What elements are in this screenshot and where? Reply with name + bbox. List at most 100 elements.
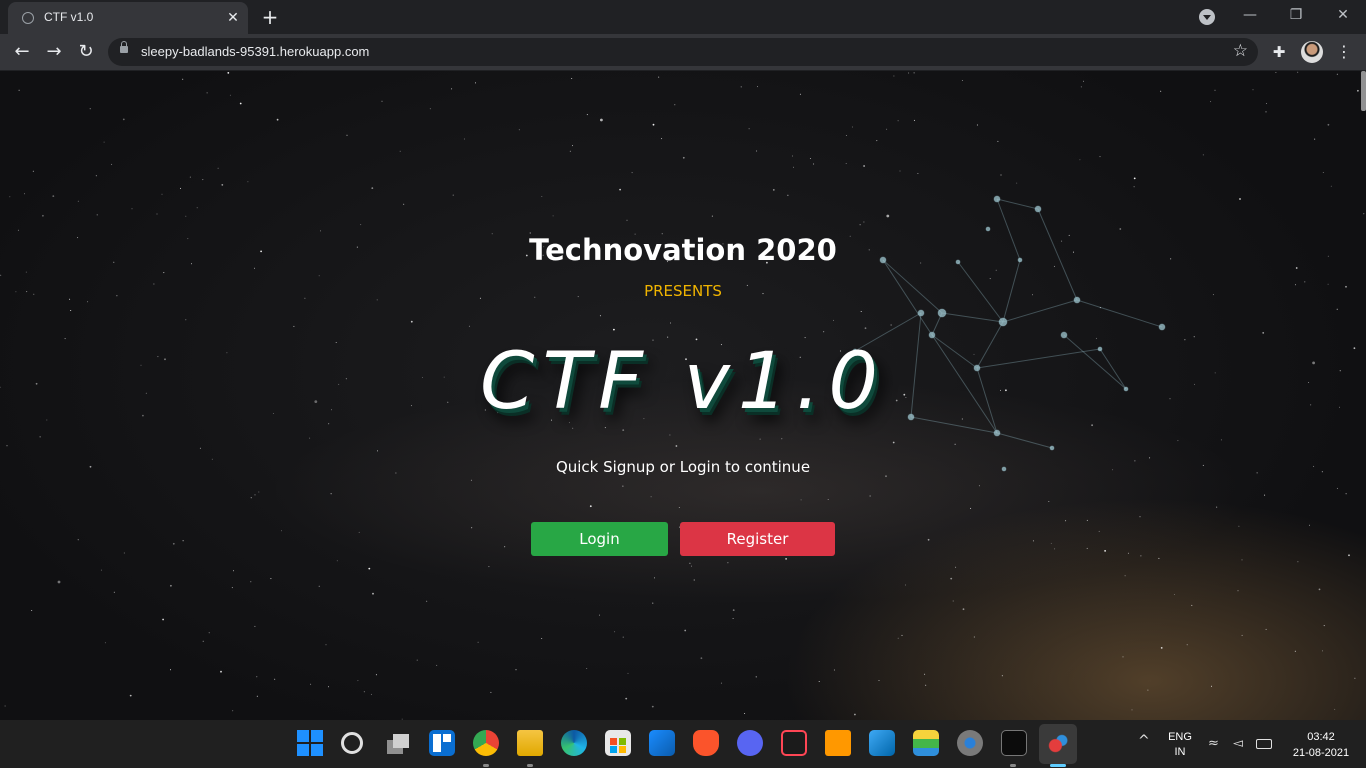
vscode-icon[interactable] bbox=[869, 730, 895, 756]
settings-icon[interactable] bbox=[957, 730, 983, 756]
star-dot bbox=[182, 540, 184, 542]
minimize-button[interactable]: — bbox=[1227, 0, 1273, 30]
lock-icon[interactable] bbox=[120, 41, 128, 53]
url-text[interactable]: sleepy-badlands-95391.herokuapp.com bbox=[141, 44, 369, 59]
brave-icon[interactable] bbox=[693, 730, 719, 756]
star-dot bbox=[1054, 548, 1056, 550]
star-dot bbox=[772, 189, 775, 191]
star-dot bbox=[924, 673, 926, 675]
widgets-icon[interactable] bbox=[429, 730, 455, 756]
extensions-icon[interactable]: ✚ bbox=[1270, 43, 1288, 61]
star-icon[interactable]: ☆ bbox=[1233, 41, 1248, 61]
close-icon[interactable]: ✕ bbox=[224, 9, 242, 27]
reload-icon[interactable]: ↻ bbox=[72, 38, 100, 66]
star-dot bbox=[336, 560, 338, 562]
star-dot bbox=[693, 579, 695, 581]
star-dot bbox=[661, 138, 663, 140]
star-dot bbox=[325, 644, 327, 646]
file-explorer-icon[interactable] bbox=[517, 730, 543, 756]
window-close-button[interactable]: ✕ bbox=[1320, 0, 1366, 30]
volume-icon[interactable]: ◅ bbox=[1233, 736, 1243, 751]
terminal-icon[interactable] bbox=[1001, 730, 1027, 756]
bluestacks-icon[interactable] bbox=[913, 730, 939, 756]
star-dot bbox=[625, 697, 628, 700]
login-button[interactable]: Login bbox=[531, 522, 668, 556]
star-dot bbox=[227, 72, 230, 74]
star-dot bbox=[917, 173, 919, 174]
star-dot bbox=[172, 542, 175, 545]
star-dot bbox=[468, 325, 470, 327]
sublime-text-icon[interactable] bbox=[825, 730, 851, 756]
store-icon[interactable] bbox=[605, 730, 631, 756]
star-dot bbox=[689, 562, 691, 564]
star-dot bbox=[678, 507, 680, 508]
star-dot bbox=[833, 669, 835, 671]
language-indicator[interactable]: ENG IN bbox=[1163, 730, 1197, 760]
wifi-icon[interactable]: ≈ bbox=[1208, 736, 1219, 751]
star-dot bbox=[281, 530, 282, 532]
valorant-icon[interactable] bbox=[781, 730, 807, 756]
profile-avatar[interactable] bbox=[1301, 41, 1323, 63]
star-dot bbox=[1127, 552, 1129, 554]
star-dot bbox=[572, 145, 573, 147]
star-dot bbox=[111, 163, 113, 165]
star-dot bbox=[675, 445, 678, 447]
star-dot bbox=[954, 443, 956, 445]
star-dot bbox=[759, 438, 761, 440]
star-dot bbox=[131, 208, 133, 210]
star-dot bbox=[670, 322, 671, 324]
taskbar: ^ ENG IN ≈ ◅ 03:42 21-08-2021 bbox=[0, 720, 1366, 768]
browser-toolbar: ← → ↻ sleepy-badlands-95391.herokuapp.co… bbox=[0, 34, 1366, 71]
back-icon[interactable]: ← bbox=[8, 38, 36, 66]
star-dot bbox=[375, 674, 377, 676]
star-dot bbox=[1323, 625, 1325, 627]
register-button[interactable]: Register bbox=[680, 522, 835, 556]
clock-date: 21-08-2021 bbox=[1292, 747, 1350, 759]
search-icon[interactable] bbox=[341, 732, 363, 754]
star-dot bbox=[876, 140, 878, 142]
chevron-up-icon[interactable]: ^ bbox=[1138, 733, 1150, 749]
star-dot bbox=[360, 224, 362, 226]
battery-icon[interactable] bbox=[1256, 739, 1272, 749]
restore-button[interactable]: ❐ bbox=[1273, 0, 1319, 30]
browser-tab[interactable]: CTF v1.0 ✕ bbox=[8, 2, 248, 34]
star-dot bbox=[1314, 138, 1316, 140]
task-view-icon[interactable] bbox=[385, 730, 411, 756]
star-dot bbox=[1214, 89, 1216, 91]
star-dot bbox=[1297, 561, 1299, 563]
start-icon[interactable] bbox=[297, 730, 323, 756]
star-dot bbox=[813, 163, 815, 165]
star-dot bbox=[310, 683, 312, 685]
star-dot bbox=[1086, 519, 1088, 521]
forward-icon[interactable]: → bbox=[40, 38, 68, 66]
edge-icon[interactable] bbox=[561, 730, 587, 756]
mail-icon[interactable] bbox=[649, 730, 675, 756]
chrome-icon[interactable] bbox=[473, 730, 499, 756]
scrollbar[interactable] bbox=[1361, 71, 1366, 111]
star-dot bbox=[250, 581, 252, 583]
menu-icon[interactable]: ⋮ bbox=[1336, 42, 1352, 62]
new-tab-button[interactable]: + bbox=[258, 5, 282, 29]
star-dot bbox=[720, 682, 722, 684]
star-dot bbox=[863, 221, 865, 223]
snipping-tool-icon[interactable] bbox=[1045, 730, 1071, 756]
star-dot bbox=[1079, 159, 1081, 161]
star-dot bbox=[1131, 709, 1133, 711]
tab-search-icon[interactable] bbox=[1199, 9, 1215, 25]
star-dot bbox=[328, 686, 329, 688]
star-dot bbox=[1241, 634, 1243, 636]
star-dot bbox=[399, 150, 401, 152]
star-dot bbox=[410, 320, 413, 323]
clock[interactable]: 03:42 21-08-2021 bbox=[1282, 729, 1360, 761]
discord-icon[interactable] bbox=[737, 730, 763, 756]
star-dot bbox=[318, 275, 320, 277]
star-dot bbox=[950, 577, 953, 580]
star-dot bbox=[488, 566, 490, 568]
star-dot bbox=[182, 78, 184, 80]
star-dot bbox=[859, 224, 861, 226]
star-dot bbox=[1295, 267, 1298, 269]
star-dot bbox=[490, 691, 492, 693]
address-bar[interactable]: sleepy-badlands-95391.herokuapp.com ☆ bbox=[108, 38, 1258, 66]
star-dot bbox=[1124, 575, 1126, 577]
star-dot bbox=[372, 592, 374, 595]
